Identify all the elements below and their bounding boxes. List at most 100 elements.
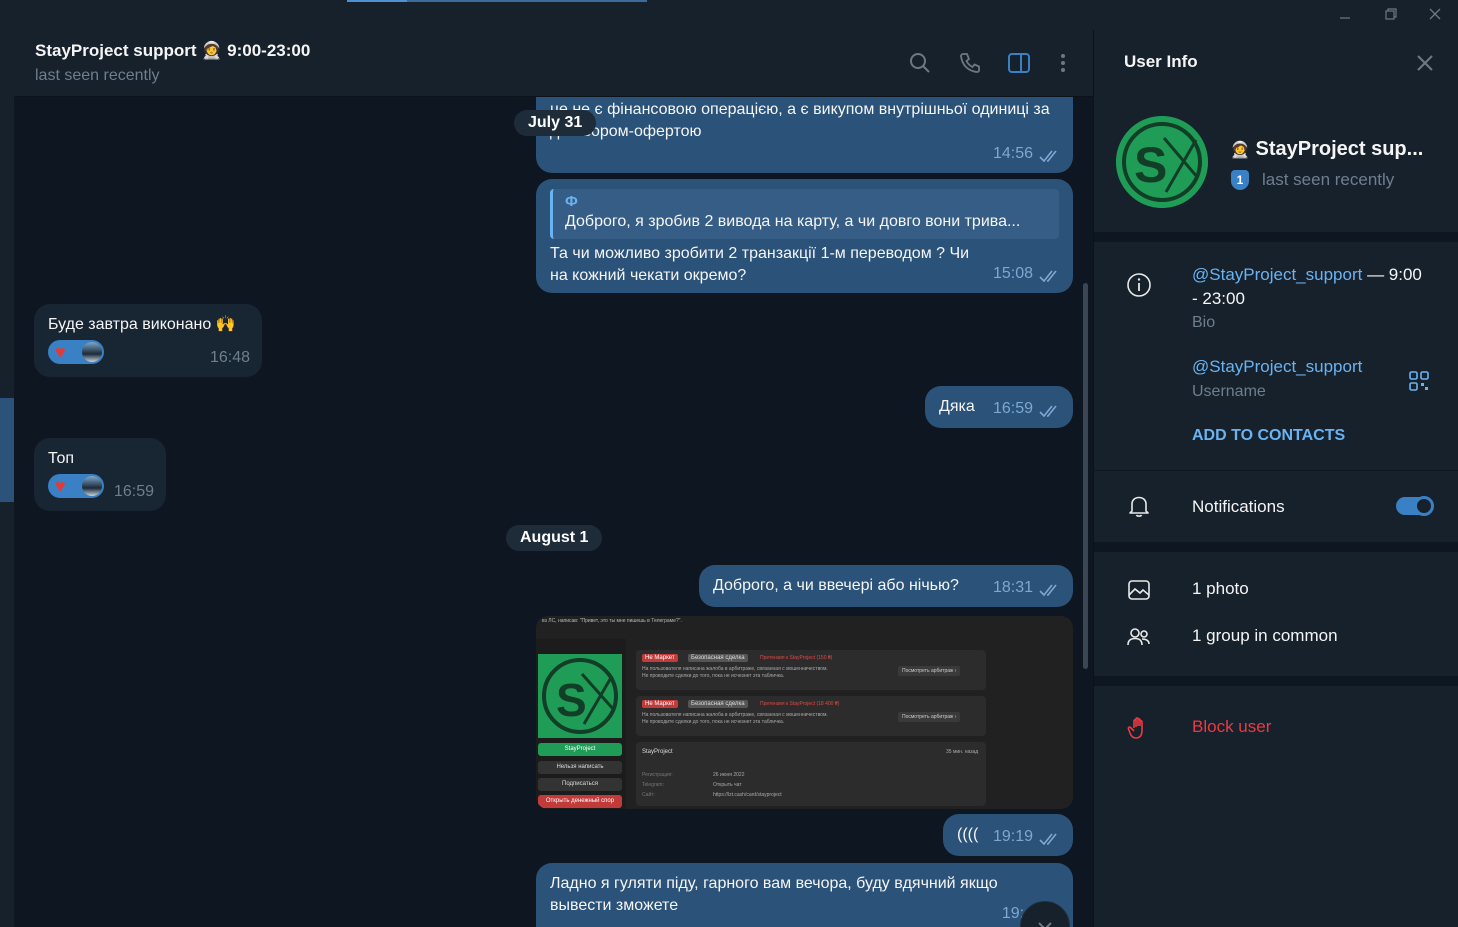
chat-header: StayProject support 🧑‍🚀 9:00-23:00 last … xyxy=(14,30,1093,97)
message-text: це не є фінансовою операцією, а є викупо… xyxy=(550,101,1050,140)
image-profile-name: StayProject xyxy=(642,749,673,755)
telegram-window: StayProject support 🧑‍🚀 9:00-23:00 last … xyxy=(0,0,1458,927)
username-link[interactable]: @StayProject_support xyxy=(1192,357,1362,377)
reaction-badge[interactable]: ♥ xyxy=(48,340,104,364)
panel-title: User Info xyxy=(1124,52,1198,71)
image-caption-line: вз ЛС, написав: "Привет, это ты мне пише… xyxy=(542,618,682,624)
stayproject-logo-icon: S xyxy=(538,654,622,738)
image-claim-card: Не Маркет Безопасная сделка Претензия к … xyxy=(636,650,986,690)
profile-name-text: StayProject sup... xyxy=(1255,138,1424,160)
message-outgoing[interactable]: (((( 19:19 xyxy=(943,814,1073,856)
sidebar-toggle-icon[interactable] xyxy=(1006,50,1032,76)
minimize-icon[interactable] xyxy=(1334,6,1356,24)
notifications-toggle[interactable] xyxy=(1396,496,1434,516)
message-outgoing[interactable]: це не є фінансовою операцією, а є викупо… xyxy=(536,97,1073,173)
group-icon xyxy=(1127,628,1150,646)
image-reg-label: Регистрация: xyxy=(642,772,673,778)
read-ticks-icon xyxy=(1039,150,1057,163)
groups-in-common-item[interactable]: 1 group in common xyxy=(1192,626,1338,646)
heart-reaction-icon: ♥ xyxy=(55,342,66,362)
message-text: Топ xyxy=(48,450,75,467)
selected-chat-highlight[interactable] xyxy=(0,398,14,502)
reply-quote[interactable]: Ф Доброго, я зробив 2 вивода на карту, а… xyxy=(550,189,1059,239)
image-sidebar-name: StayProject xyxy=(538,743,622,756)
chat-scrollbar[interactable] xyxy=(1083,283,1088,669)
qr-code-icon[interactable] xyxy=(1408,370,1430,392)
username-label: Username xyxy=(1192,383,1266,400)
image-btn-subscribe: Подписаться xyxy=(538,778,622,791)
phone-icon[interactable] xyxy=(957,50,983,76)
add-to-contacts-button[interactable]: ADD TO CONTACTS xyxy=(1192,427,1345,445)
search-icon[interactable] xyxy=(907,50,933,76)
bell-icon xyxy=(1129,496,1149,517)
section-divider xyxy=(1094,232,1458,242)
date-separator: July 31 xyxy=(514,110,597,136)
svg-text:S: S xyxy=(1134,137,1167,193)
message-outgoing[interactable]: Ф Доброго, я зробив 2 вивода на карту, а… xyxy=(536,179,1073,293)
message-outgoing[interactable]: Доброго, а чи ввечері або нічью? 18:31 xyxy=(699,565,1073,607)
chat-title[interactable]: StayProject support 🧑‍🚀 9:00-23:00 xyxy=(35,41,310,61)
image-message[interactable]: вз ЛС, написав: "Привет, это ты мне пише… xyxy=(536,616,1073,809)
bio-link[interactable]: @StayProject_support xyxy=(1192,265,1362,284)
restore-icon[interactable] xyxy=(1380,6,1402,24)
close-icon[interactable] xyxy=(1414,52,1436,74)
photo-icon xyxy=(1128,580,1150,600)
message-outgoing[interactable]: Ладно я гуляти піду, гарного вам вечора,… xyxy=(536,863,1073,927)
image-profile-card: StayProject 35 мин. назад Регистрация: 2… xyxy=(636,742,986,806)
message-time: 19:19 xyxy=(992,828,1033,845)
message-text: Та чи можливо зробити 2 транзакції 1-м п… xyxy=(550,245,970,284)
folder-badge-icon: 1 xyxy=(1231,170,1249,190)
image-claim-card: Не Маркет Безопасная сделка Претензия к … xyxy=(636,696,986,736)
image-btn-dispute: Открыть денежный спор xyxy=(538,795,622,808)
image-profile-ago: 35 мин. назад xyxy=(946,749,979,755)
close-window-icon[interactable] xyxy=(1424,6,1446,24)
profile-avatar[interactable]: S xyxy=(1116,116,1208,208)
message-time: 18:31 xyxy=(992,579,1033,596)
read-ticks-icon xyxy=(1039,584,1057,597)
reply-text: Доброго, я зробив 2 вивода на карту, а ч… xyxy=(565,213,1021,230)
image-tag-market: Не Маркет xyxy=(642,700,678,708)
image-view-button: Посмотреть арбитраж › xyxy=(898,666,961,676)
message-text: Ладно я гуляти піду, гарного вам вечора,… xyxy=(550,875,998,914)
image-tag-market: Не Маркет xyxy=(642,654,678,662)
image-profile-sidebar: S StayProject Нельзя написать Подписатьс… xyxy=(536,639,626,809)
message-incoming[interactable]: Буде завтра виконано 🙌 ♥ 16:48 xyxy=(34,304,262,377)
reply-author: Ф xyxy=(565,193,578,210)
image-site-value: https://lzt.cash/card/stayproject xyxy=(713,792,782,798)
bio-rest: — 9:00 xyxy=(1362,265,1422,284)
message-time: 16:59 xyxy=(992,400,1033,417)
image-claim-1: Претензия к StayProject (150 ₴) xyxy=(760,655,833,661)
messages-area[interactable]: це не є фінансовою операцією, а є викупо… xyxy=(14,97,1093,927)
reactor-avatar xyxy=(82,476,102,496)
read-ticks-icon xyxy=(1039,405,1057,418)
date-separator: August 1 xyxy=(506,525,603,551)
message-incoming[interactable]: Топ ♥ 16:59 xyxy=(34,438,166,511)
image-tg-label: Telegram: xyxy=(642,782,664,788)
user-info-panel: User Info S 🧑‍🚀 StayProject sup... 1 las… xyxy=(1093,30,1458,927)
more-vertical-icon[interactable] xyxy=(1050,50,1076,76)
profile-status: last seen recently xyxy=(1262,170,1395,189)
image-view-button: Посмотреть арбитраж › xyxy=(898,712,961,722)
chevron-down-icon xyxy=(1038,922,1052,927)
heart-reaction-icon: ♥ xyxy=(55,476,66,496)
message-text: Буде завтра виконано 🙌 xyxy=(48,316,236,333)
titlebar-tab-indicator xyxy=(347,0,647,2)
image-tag-safe: Безопасная сделка xyxy=(688,700,748,708)
message-time: 16:59 xyxy=(113,483,154,500)
image-tg-value: Открыть чат xyxy=(713,782,742,788)
image-desc-a: На пользователя написана жалоба в арбитр… xyxy=(642,712,828,718)
image-desc-b: Не проводите сделки до того, пока не исч… xyxy=(642,673,785,679)
section-divider xyxy=(1094,676,1458,686)
message-outgoing[interactable]: Дяка 16:59 xyxy=(925,386,1073,428)
section-divider xyxy=(1094,542,1458,552)
photos-item[interactable]: 1 photo xyxy=(1192,579,1249,599)
read-ticks-icon xyxy=(1039,833,1057,846)
reaction-badge[interactable]: ♥ xyxy=(48,474,104,498)
info-icon xyxy=(1127,273,1151,297)
notifications-label: Notifications xyxy=(1192,497,1285,516)
block-hand-icon xyxy=(1127,717,1143,739)
image-tag-safe: Безопасная сделка xyxy=(688,654,748,662)
image-desc-b: Не проводите сделки до того, пока не исч… xyxy=(642,719,785,725)
message-time: 14:56 xyxy=(992,145,1033,162)
block-user-button[interactable]: Block user xyxy=(1192,717,1271,737)
